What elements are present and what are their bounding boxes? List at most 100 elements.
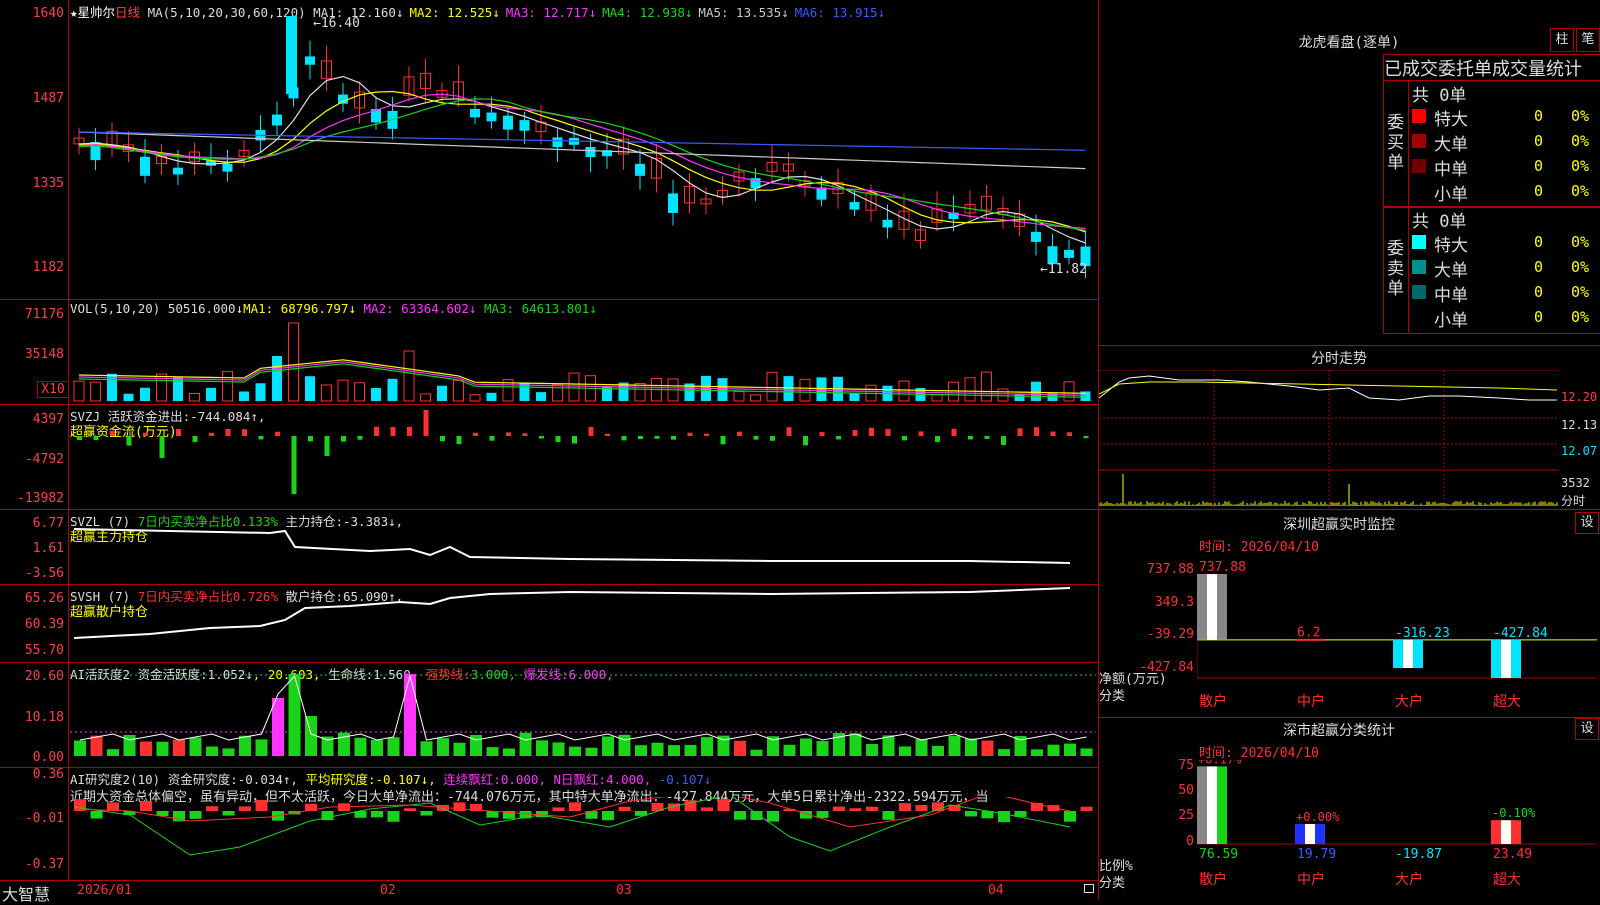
sell-row-qty: 0: [1534, 308, 1544, 326]
ai-research-v3: 0.000,: [500, 772, 546, 787]
dragon-tiger-title: 龙虎看盘(逐单): [1298, 35, 1400, 51]
ai-active-bar: [371, 739, 383, 756]
ai-active-chart[interactable]: [70, 662, 1096, 766]
buy-row-label: 小单: [1434, 185, 1468, 205]
order-mode-button[interactable]: 笔: [1576, 28, 1600, 52]
vol-bar: [305, 376, 315, 401]
vol-bar: [931, 394, 943, 402]
date-label-jan: 2026/01: [77, 883, 132, 898]
sz-class-tick-3: 25: [1178, 808, 1194, 823]
ai-research-pane[interactable]: AI研究度2(10) 资金研究度:-0.034↑, 平均研究度:-0.107↓,…: [0, 767, 1098, 880]
sz-class-chart[interactable]: +0.17% 76.59 散户 +0.00% 19.79 中户 -19.87 大户 -0.10%…: [1197, 760, 1597, 900]
ai-research-l2: 平均研究度:: [305, 772, 376, 787]
svzl-pane[interactable]: SVZL (7) 7日内买卖净占比0.133% 主力持仓:-3.383↓, 超赢…: [0, 509, 1098, 585]
sz-class-category-label: 中户: [1297, 871, 1325, 888]
svzj-pane[interactable]: SVZJ 活跃资金进出:-744.084↑, 超赢资金流(万元) 4397 -4…: [0, 404, 1098, 510]
ai-active-bar: [684, 744, 697, 756]
ai-active-bar: [882, 735, 895, 756]
vol-bar: [123, 393, 134, 401]
svzj-bar-neg: [357, 436, 363, 440]
intraday-tick-1: 12.20: [1561, 390, 1598, 404]
sz-class-value-label: 19.79: [1297, 847, 1336, 862]
ai-active-bar: [1080, 748, 1093, 756]
sz-class-change-label: +0.00%: [1296, 810, 1340, 824]
low-marker-value: 11.82: [1047, 262, 1087, 277]
buy-row-label: 中单: [1434, 160, 1468, 180]
svzj-bar-pos: [209, 432, 214, 436]
sz-class-bar: [1217, 766, 1227, 844]
intraday-vol-unit: 分时: [1561, 494, 1586, 508]
ai-research-bar-pos: [107, 802, 119, 811]
svzj-bar-pos: [869, 427, 874, 436]
ai-research-bar-pos: [569, 802, 581, 811]
ai-active-bar: [915, 739, 928, 756]
candle-down: [338, 94, 348, 104]
svzj-bar-pos: [423, 410, 429, 436]
ai-active-pane[interactable]: AI活跃度2 资金活跃度:1.052↓, 20.603, 生命线:1.560, …: [0, 662, 1098, 768]
ai-research-bar-pos: [833, 806, 845, 811]
svzj-bar-neg: [192, 436, 198, 442]
sell-side-box: 委卖单 共 0单 特大 0 0% 大单 0 0% 中单 0 0% 小单 0 0%: [1383, 206, 1600, 334]
vol-bar: [948, 381, 959, 402]
vol-bar: [1063, 381, 1075, 402]
svzj-bar-pos: [225, 428, 231, 436]
sell-row-pct: 0%: [1571, 308, 1590, 326]
svzj-bar-pos: [1017, 428, 1023, 436]
candle-down: [585, 147, 596, 158]
svzl-chart[interactable]: [70, 509, 1096, 583]
sz-monitor-chart[interactable]: 737.88 散户 6.2 中户 -316.23 大户 -427.84 超大: [1197, 554, 1597, 714]
vol-chart[interactable]: [70, 313, 1096, 403]
ai-active-bar: [569, 746, 581, 756]
bar-mode-button[interactable]: 柱: [1550, 28, 1574, 52]
svsh-pane[interactable]: SVSH (7) 7日内买卖净占比0.726% 散户持仓:65.090↑, 超赢…: [0, 584, 1098, 663]
vol-bar: [437, 385, 447, 401]
high-marker: ←16.40: [313, 16, 360, 31]
svzj-bar-pos: [704, 433, 709, 436]
ai-active-bar: [519, 732, 532, 756]
sz-class-bar: [1295, 823, 1305, 844]
vol-bar: [73, 380, 85, 402]
sell-legend-swatch: [1412, 235, 1426, 249]
ai-active-bar: [552, 742, 565, 756]
lock-icon[interactable]: [1084, 884, 1094, 893]
ai-research-bar-pos: [915, 804, 928, 811]
sz-class-change-label: +0.17%: [1198, 760, 1242, 766]
ai-research-bar-pos: [717, 799, 730, 811]
svzj-bar-neg: [308, 436, 313, 442]
svzj-bar-pos: [918, 431, 924, 436]
vol-bar: [898, 380, 910, 402]
ai-research-bar-neg: [750, 811, 763, 820]
ai-research-l1: 资金研究度:: [167, 772, 238, 787]
sz-monitor-settings-button[interactable]: 设: [1575, 512, 1599, 534]
ai-research-l4: N日飘红:: [553, 772, 607, 787]
svzj-bar-neg: [984, 436, 990, 439]
svzj-bar-pos: [506, 432, 511, 436]
sz-monitor-bar: [1393, 639, 1403, 669]
ai-research-bar-pos: [618, 806, 631, 811]
ai-active-bar: [222, 748, 235, 756]
candle-down: [816, 187, 827, 200]
candle-down: [486, 112, 497, 122]
svsh-chart[interactable]: [70, 584, 1096, 661]
sz-monitor-value-label: 737.88: [1199, 560, 1246, 575]
sell-legend-swatch: [1412, 260, 1426, 274]
intraday-panel[interactable]: 分时走势 12.20 12.13 12.07 3532 分时: [1099, 346, 1600, 510]
svzj-bar-neg: [803, 436, 808, 446]
intraday-title: 分时走势: [1311, 351, 1367, 367]
date-label-feb: 02: [380, 883, 396, 898]
date-label-apr: 04: [988, 883, 1004, 898]
sz-class-settings-button[interactable]: 设: [1575, 718, 1599, 740]
svzj-chart[interactable]: [70, 410, 1096, 508]
kline-pane[interactable]: ★星帅尔日线 MA(5,10,20,30,60,120) MA1: 12.160…: [0, 0, 1098, 300]
buy-row-pct: 0%: [1571, 182, 1590, 200]
sz-monitor-bar: [1217, 574, 1227, 640]
sz-class-bar: [1315, 823, 1325, 844]
vol-pane[interactable]: VOL(5,10,20) 50516.000↓MA1: 68796.797↓ M…: [0, 299, 1098, 405]
ai-research-chart[interactable]: [70, 797, 1096, 879]
ai-research-bar-neg: [767, 811, 779, 822]
vol-bar: [403, 350, 415, 402]
kline-chart[interactable]: [70, 14, 1096, 296]
ai-research-axis: [68, 767, 69, 880]
svzj-bar-pos: [473, 432, 478, 436]
intraday-chart[interactable]: [1099, 370, 1559, 508]
